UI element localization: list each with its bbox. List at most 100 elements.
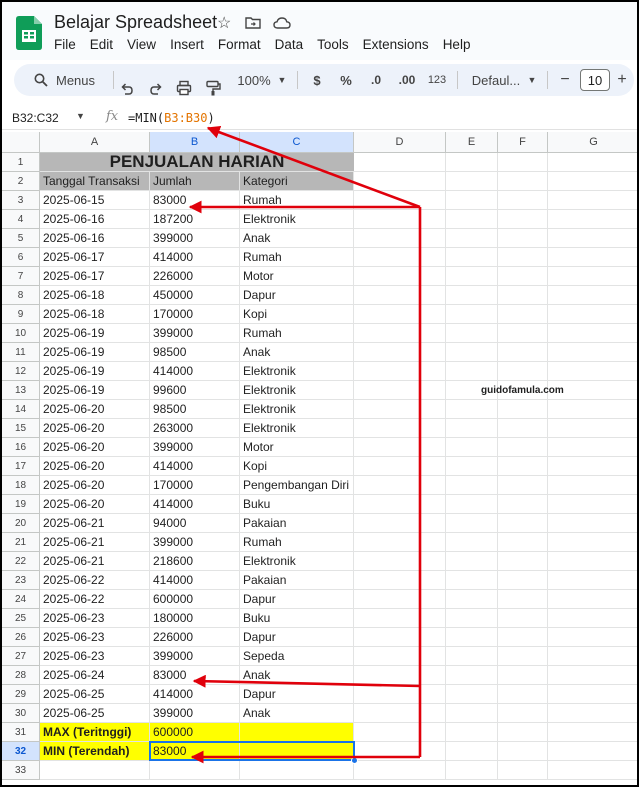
grid-cell[interactable]: Elektronik: [240, 381, 354, 400]
grid-cell[interactable]: Dapur: [240, 685, 354, 704]
grid-cell[interactable]: 414000: [150, 495, 240, 514]
grid-cell[interactable]: [446, 628, 498, 647]
grid-cell[interactable]: Dapur: [240, 590, 354, 609]
grid-cell[interactable]: [446, 400, 498, 419]
grid-cell[interactable]: 414000: [150, 685, 240, 704]
grid-cell[interactable]: [354, 229, 446, 248]
grid-cell[interactable]: Anak: [240, 704, 354, 723]
grid-cell[interactable]: [354, 400, 446, 419]
grid-cell[interactable]: [548, 191, 637, 210]
grid-cell[interactable]: [354, 362, 446, 381]
grid-cell[interactable]: 94000: [150, 514, 240, 533]
grid-cell[interactable]: [498, 419, 548, 438]
grid-cell[interactable]: [548, 419, 637, 438]
grid-cell[interactable]: 2025-06-24: [40, 666, 150, 685]
grid-cell[interactable]: [498, 438, 548, 457]
grid-cell[interactable]: 226000: [150, 267, 240, 286]
grid-cell[interactable]: [40, 761, 150, 780]
grid-cell[interactable]: [498, 704, 548, 723]
grid-cell[interactable]: Tanggal Transaksi: [40, 172, 150, 191]
grid-cell[interactable]: [446, 685, 498, 704]
grid-cell[interactable]: 414000: [150, 457, 240, 476]
selection-fill-handle[interactable]: [351, 757, 358, 764]
grid-cell[interactable]: Anak: [240, 343, 354, 362]
grid-cell[interactable]: 2025-06-22: [40, 590, 150, 609]
grid-cell[interactable]: [498, 533, 548, 552]
grid-cell[interactable]: [354, 248, 446, 267]
grid-cell[interactable]: [240, 761, 354, 780]
grid-cell[interactable]: [548, 628, 637, 647]
grid-cell[interactable]: Rumah: [240, 533, 354, 552]
grid-cell[interactable]: [446, 267, 498, 286]
grid-cell[interactable]: 2025-06-16: [40, 210, 150, 229]
grid-cell[interactable]: [548, 153, 637, 172]
grid-cell[interactable]: [498, 590, 548, 609]
row-header[interactable]: 20: [2, 514, 40, 533]
menus-search-button[interactable]: Menus: [22, 64, 112, 96]
name-box[interactable]: B32:C32: [12, 111, 59, 125]
row-header[interactable]: 8: [2, 286, 40, 305]
sheets-logo-icon[interactable]: [16, 16, 42, 50]
row-header[interactable]: 16: [2, 438, 40, 457]
grid-cell[interactable]: 600000: [150, 723, 240, 742]
grid-cell[interactable]: [446, 305, 498, 324]
grid-cell[interactable]: 83000: [150, 666, 240, 685]
undo-icon[interactable]: [120, 73, 134, 105]
grid-cell[interactable]: [498, 343, 548, 362]
grid-cell[interactable]: [446, 191, 498, 210]
grid-cell[interactable]: Dapur: [240, 286, 354, 305]
grid-cell[interactable]: 226000: [150, 628, 240, 647]
menu-tools[interactable]: Tools: [317, 37, 349, 52]
grid-cell[interactable]: [548, 552, 637, 571]
column-header-f[interactable]: F: [498, 132, 548, 153]
grid-cell[interactable]: [354, 172, 446, 191]
zoom-select[interactable]: 100%: [234, 64, 274, 96]
grid-cell[interactable]: 187200: [150, 210, 240, 229]
row-header[interactable]: 31: [2, 723, 40, 742]
grid-cell[interactable]: 600000: [150, 590, 240, 609]
column-header-b[interactable]: B: [150, 132, 240, 153]
menu-data[interactable]: Data: [275, 37, 304, 52]
row-header[interactable]: 18: [2, 476, 40, 495]
grid-cell[interactable]: Kopi: [240, 457, 354, 476]
grid-cell[interactable]: 399000: [150, 533, 240, 552]
grid-cell[interactable]: [548, 438, 637, 457]
cloud-status-icon[interactable]: [273, 17, 291, 29]
row-header[interactable]: 2: [2, 172, 40, 191]
grid-cell[interactable]: 2025-06-19: [40, 362, 150, 381]
grid-cell[interactable]: 2025-06-20: [40, 419, 150, 438]
row-header[interactable]: 10: [2, 324, 40, 343]
grid-cell[interactable]: MIN (Terendah): [40, 742, 150, 761]
grid-cell[interactable]: 399000: [150, 704, 240, 723]
grid-cell[interactable]: [354, 381, 446, 400]
grid-cell[interactable]: [446, 286, 498, 305]
font-select[interactable]: Defaul...: [467, 64, 525, 96]
grid-cell[interactable]: 2025-06-20: [40, 476, 150, 495]
grid-cell[interactable]: [548, 229, 637, 248]
grid-cell[interactable]: 2025-06-23: [40, 628, 150, 647]
grid-cell[interactable]: Motor: [240, 267, 354, 286]
row-header[interactable]: 30: [2, 704, 40, 723]
grid-cell[interactable]: [498, 248, 548, 267]
grid-cell[interactable]: 180000: [150, 609, 240, 628]
grid-cell[interactable]: [548, 704, 637, 723]
grid-cell[interactable]: Elektronik: [240, 552, 354, 571]
menu-file[interactable]: File: [54, 37, 76, 52]
grid-cell[interactable]: [446, 704, 498, 723]
grid-cell[interactable]: Dapur: [240, 628, 354, 647]
grid-cell[interactable]: 414000: [150, 571, 240, 590]
grid-cell[interactable]: MAX (Teritnggi): [40, 723, 150, 742]
grid-cell[interactable]: [548, 210, 637, 229]
menu-format[interactable]: Format: [218, 37, 261, 52]
grid-cell[interactable]: [240, 742, 354, 761]
grid-cell[interactable]: [548, 590, 637, 609]
grid-cell[interactable]: [548, 172, 637, 191]
grid-cell[interactable]: [446, 438, 498, 457]
grid-cell[interactable]: [498, 191, 548, 210]
percent-format-button[interactable]: %: [339, 64, 353, 96]
currency-format-button[interactable]: $: [310, 64, 324, 96]
increase-font-size-button[interactable]: +: [615, 64, 629, 96]
row-header[interactable]: 24: [2, 590, 40, 609]
grid-cell[interactable]: [446, 248, 498, 267]
grid-cell[interactable]: [446, 647, 498, 666]
